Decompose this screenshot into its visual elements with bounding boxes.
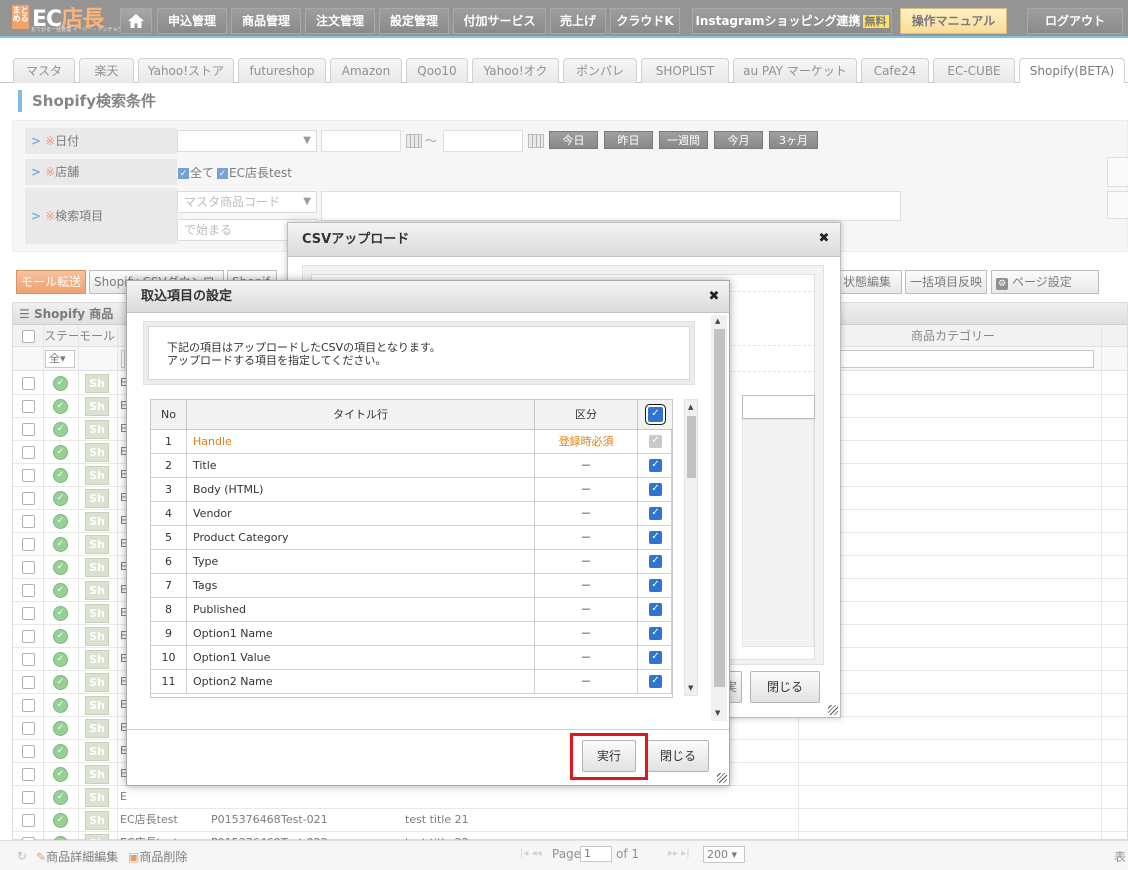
import-item-row: 10 Option1 Value － ✓: [151, 646, 672, 670]
csv-execute-button[interactable]: 実: [728, 671, 742, 703]
csv-upload-dialog-title: CSVアップロード: [288, 223, 840, 257]
csv-close-button[interactable]: 閉じる: [750, 671, 820, 703]
csv-file-input[interactable]: [742, 395, 815, 419]
dialog-footer-divider: [127, 729, 729, 730]
csv-upload-log-area: [742, 419, 814, 647]
scroll-up-arrow-icon[interactable]: ▲: [715, 317, 720, 325]
import-item-row: 7 Tags － ✓: [151, 574, 672, 598]
item-title: Tags: [187, 574, 535, 597]
item-kubun: －: [535, 622, 638, 645]
close-button[interactable]: 閉じる: [647, 740, 709, 772]
item-title: Option1 Name: [187, 622, 535, 645]
import-instruction-box: 下記の項目はアップロードしたCSVの項目となります。 アップロードする項目を指定…: [143, 321, 695, 385]
item-number: 11: [151, 670, 187, 693]
item-kubun: －: [535, 670, 638, 693]
item-title: Published: [187, 598, 535, 621]
import-item-row: 2 Title － ✓: [151, 454, 672, 478]
item-number: 10: [151, 646, 187, 669]
item-checkbox-cell: ✓: [638, 550, 672, 573]
instruction-line-1: 下記の項目はアップロードしたCSVの項目となります。: [167, 341, 441, 354]
item-title: Title: [187, 454, 535, 477]
item-number: 1: [151, 430, 187, 453]
item-include-checkbox[interactable]: ✓: [649, 483, 662, 496]
scroll-down-arrow-icon[interactable]: ▼: [688, 684, 693, 692]
item-title: Vendor: [187, 502, 535, 525]
import-item-row: 11 Option2 Name － ✓: [151, 670, 672, 694]
item-number: 7: [151, 574, 187, 597]
item-title: Handle: [187, 430, 535, 453]
item-number: 4: [151, 502, 187, 525]
item-include-checkbox[interactable]: ✓: [649, 531, 662, 544]
item-kubun: －: [535, 502, 638, 525]
table-scrollbar[interactable]: ▲ ▼: [684, 399, 698, 696]
item-include-checkbox[interactable]: ✓: [649, 579, 662, 592]
title-row-column-header: タイトル行: [187, 400, 535, 430]
item-title: Option1 Value: [187, 646, 535, 669]
close-icon[interactable]: ✖: [707, 290, 721, 304]
import-item-row: 1 Handle 登録時必須 ✓: [151, 430, 672, 454]
item-include-checkbox[interactable]: ✓: [649, 459, 662, 472]
item-include-checkbox[interactable]: ✓: [649, 507, 662, 520]
import-items-settings-dialog: 取込項目の設定 ✖ 下記の項目はアップロードしたCSVの項目となります。 アップ…: [126, 280, 730, 786]
item-checkbox-cell: ✓: [638, 598, 672, 621]
item-checkbox-cell: ✓: [638, 454, 672, 477]
item-checkbox-cell: ✓: [638, 574, 672, 597]
import-item-row: 6 Type － ✓: [151, 550, 672, 574]
item-kubun: －: [535, 598, 638, 621]
scroll-up-arrow-icon[interactable]: ▲: [688, 403, 693, 411]
dialog-scrollbar[interactable]: ▲ ▼: [711, 315, 727, 721]
item-title: Body (HTML): [187, 478, 535, 501]
item-number: 2: [151, 454, 187, 477]
item-include-checkbox: ✓: [649, 435, 662, 448]
select-all-items-checkbox[interactable]: ✓: [648, 407, 663, 422]
import-item-row: 9 Option1 Name － ✓: [151, 622, 672, 646]
item-include-checkbox[interactable]: ✓: [649, 627, 662, 640]
no-column-header: No: [151, 400, 187, 430]
item-number: 9: [151, 622, 187, 645]
check-all-header: ✓: [638, 400, 672, 430]
item-kubun: －: [535, 574, 638, 597]
close-icon[interactable]: ✖: [817, 232, 831, 246]
item-number: 5: [151, 526, 187, 549]
item-checkbox-cell: ✓: [638, 502, 672, 525]
instruction-line-2: アップロードする項目を指定してください。: [167, 354, 387, 367]
import-dialog-title: 取込項目の設定: [127, 281, 729, 313]
item-checkbox-cell: ✓: [638, 622, 672, 645]
item-kubun: －: [535, 550, 638, 573]
item-number: 6: [151, 550, 187, 573]
item-kubun: －: [535, 478, 638, 501]
kubun-column-header: 区分: [535, 400, 638, 430]
dialog-scrollbar-thumb[interactable]: [714, 329, 725, 687]
item-kubun: 登録時必須: [535, 430, 638, 453]
item-kubun: －: [535, 526, 638, 549]
scroll-down-arrow-icon[interactable]: ▼: [715, 709, 720, 717]
item-include-checkbox[interactable]: ✓: [649, 555, 662, 568]
item-checkbox-cell: ✓: [638, 526, 672, 549]
import-item-row: 8 Published － ✓: [151, 598, 672, 622]
item-title: Option2 Name: [187, 670, 535, 693]
item-number: 3: [151, 478, 187, 501]
item-checkbox-cell: ✓: [638, 646, 672, 669]
item-checkbox-cell: ✓: [638, 670, 672, 693]
resize-grip-icon[interactable]: [828, 705, 838, 715]
item-include-checkbox[interactable]: ✓: [649, 651, 662, 664]
execute-button-highlight-box: [570, 733, 648, 780]
item-title: Type: [187, 550, 535, 573]
item-kubun: －: [535, 454, 638, 477]
item-include-checkbox[interactable]: ✓: [649, 675, 662, 688]
resize-grip-icon[interactable]: [717, 773, 727, 783]
item-title: Product Category: [187, 526, 535, 549]
item-checkbox-cell: ✓: [638, 478, 672, 501]
item-checkbox-cell: ✓: [638, 430, 672, 453]
import-item-row: 5 Product Category － ✓: [151, 526, 672, 550]
item-include-checkbox[interactable]: ✓: [649, 603, 662, 616]
item-kubun: －: [535, 646, 638, 669]
import-item-row: 4 Vendor － ✓: [151, 502, 672, 526]
import-item-row: 3 Body (HTML) － ✓: [151, 478, 672, 502]
table-scrollbar-thumb[interactable]: [687, 416, 696, 478]
item-number: 8: [151, 598, 187, 621]
import-items-table: No タイトル行 区分 ✓ 1 Handle 登録時必須 ✓ 2 Title － ✓ 3 Body…: [150, 399, 673, 698]
